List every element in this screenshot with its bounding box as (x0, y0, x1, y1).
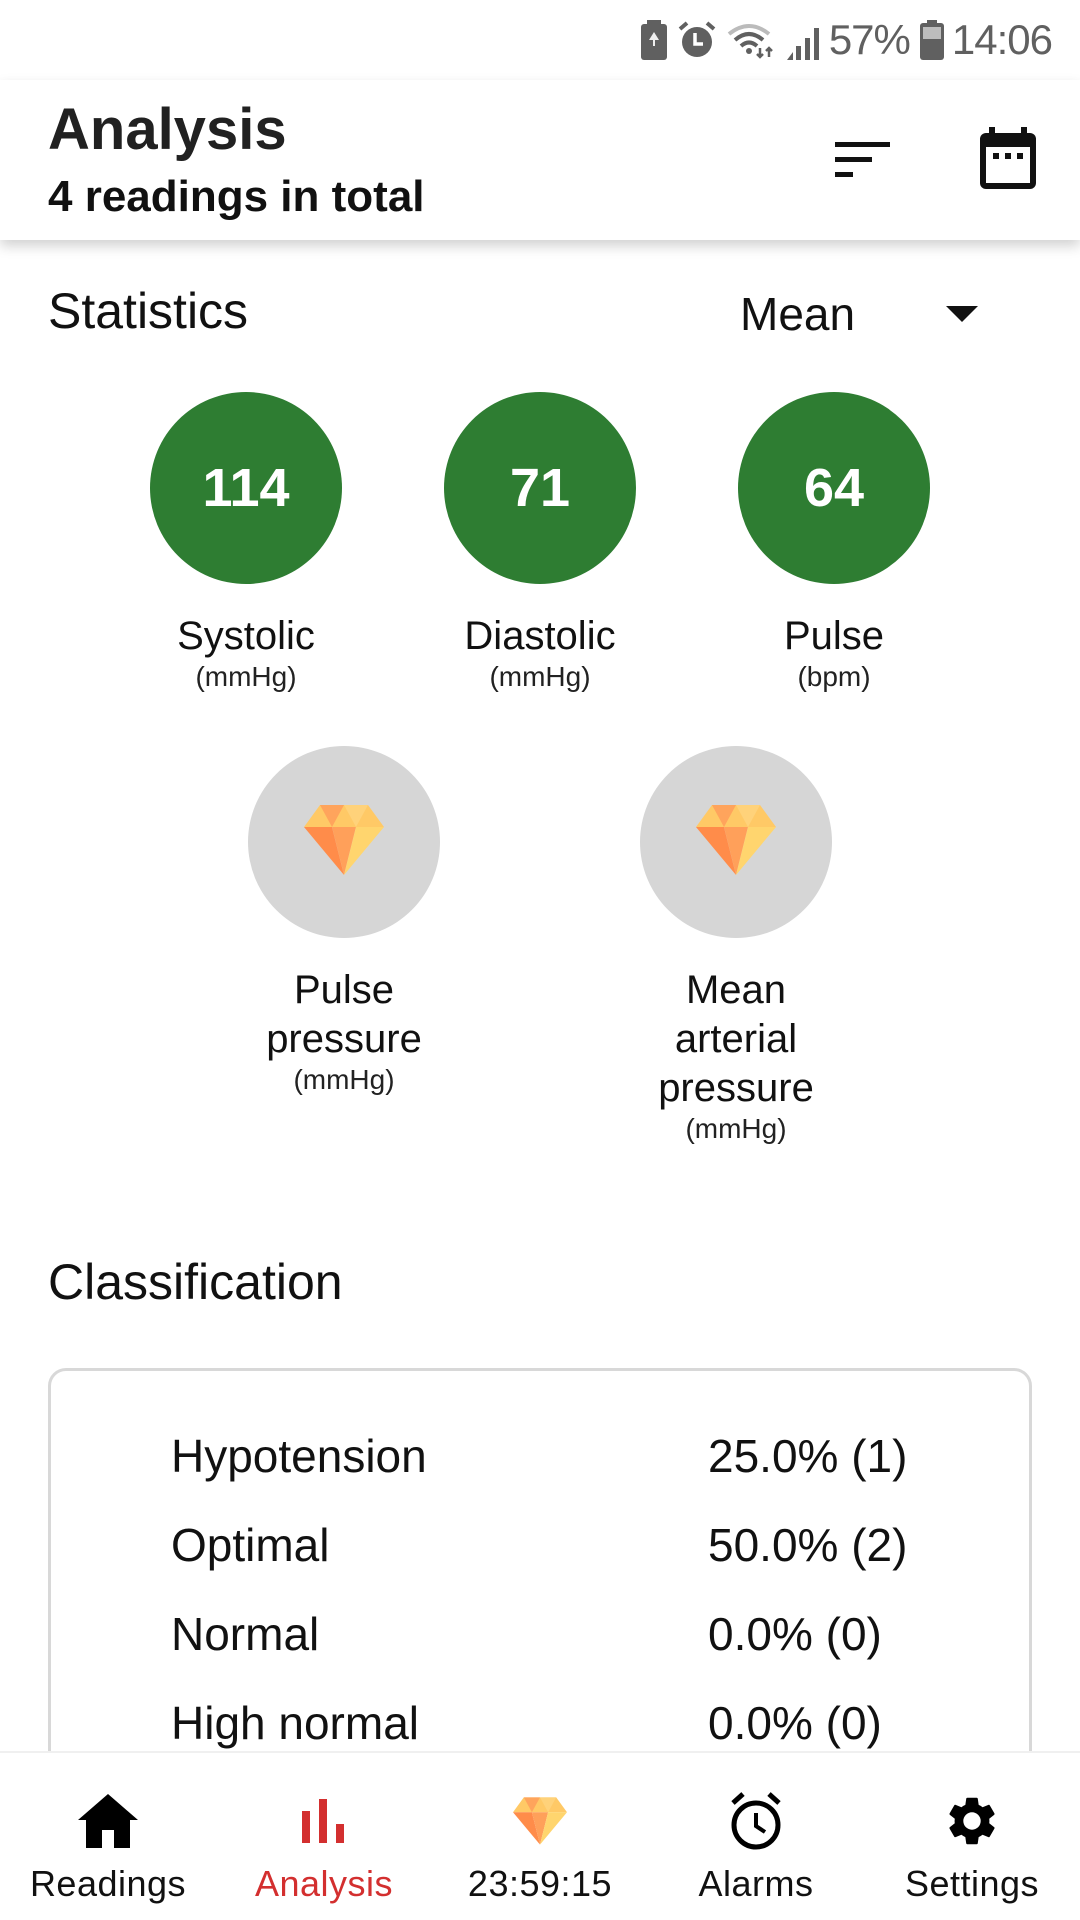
stat-value: 64 (803, 458, 865, 518)
home-icon (78, 1785, 138, 1857)
gear-icon (943, 1785, 1001, 1857)
battery-icon (919, 20, 944, 60)
wifi-icon (727, 20, 775, 60)
class-name: Optimal (171, 1519, 330, 1571)
stat-label: Systolic (177, 614, 315, 658)
premium-circle[interactable] (640, 746, 832, 938)
aggregate-dropdown[interactable]: Mean (740, 282, 1000, 346)
stat-systolic: 114 Systolic (mmHg) (96, 392, 396, 693)
stat-value: 114 (202, 458, 290, 518)
stat-mean-arterial-pressure[interactable]: Mean arterial pressure (mmHg) (586, 746, 886, 1145)
clock: 14:06 (951, 16, 1053, 63)
premium-circle[interactable] (248, 746, 440, 938)
stat-circle: 71 (444, 392, 636, 584)
stat-label: Diastolic (464, 614, 616, 658)
stat-label: Pulse pressure (266, 966, 422, 1064)
stat-pulse-pressure[interactable]: Pulse pressure (mmHg) (194, 746, 494, 1096)
class-name: Hypotension (171, 1430, 427, 1482)
nav-readings[interactable]: Readings (0, 1753, 216, 1920)
label-line: Pulse (293, 968, 395, 1012)
stat-label: Pulse (783, 614, 885, 658)
nav-alarms[interactable]: Alarms (648, 1753, 864, 1920)
nav-settings[interactable]: Settings (864, 1753, 1080, 1920)
class-value: 50.0% (2) (708, 1519, 908, 1571)
nav-label: 23:59:15 (467, 1863, 613, 1904)
signal-icon (785, 20, 821, 60)
diamond-icon (696, 804, 776, 880)
nav-label: Alarms (698, 1863, 814, 1904)
aggregate-selected: Mean (740, 288, 856, 340)
sort-button[interactable] (823, 120, 903, 200)
stat-unit: (mmHg) (195, 661, 297, 692)
classification-row: Normal 0.0% (0) (51, 1607, 1029, 1677)
calendar-icon (980, 126, 1036, 194)
stat-diastolic: 71 Diastolic (mmHg) (390, 392, 690, 693)
nav-premium-timer[interactable]: 23:59:15 (432, 1753, 648, 1920)
stat-value: 71 (509, 458, 571, 518)
class-value: 25.0% (1) (708, 1430, 908, 1482)
alarm-icon (677, 20, 717, 60)
stat-circle: 64 (738, 392, 930, 584)
classification-row: Optimal 50.0% (2) (51, 1518, 1029, 1588)
stat-unit: (mmHg) (489, 661, 591, 692)
label-line: arterial (674, 1017, 798, 1061)
bottom-nav: Readings Analysis 23:59:15 Alarms Settin… (0, 1751, 1080, 1920)
diamond-icon (304, 804, 384, 880)
stat-pulse: 64 Pulse (bpm) (684, 392, 984, 693)
diamond-icon (513, 1785, 567, 1857)
nav-analysis[interactable]: Analysis (216, 1753, 432, 1920)
class-value: 0.0% (0) (708, 1608, 882, 1660)
nav-label: Analysis (254, 1863, 394, 1904)
stat-unit: (bpm) (797, 661, 871, 692)
classification-title: Classification (48, 1254, 343, 1310)
alarm-clock-icon (729, 1785, 783, 1857)
class-name: High normal (171, 1697, 419, 1749)
stat-circle: 114 (150, 392, 342, 584)
label-line: pressure (266, 1017, 422, 1061)
dropdown-arrow-icon (946, 306, 978, 322)
statistics-title: Statistics (48, 283, 249, 339)
page-title: Analysis (48, 97, 287, 162)
class-name: Normal (171, 1608, 320, 1660)
nav-label: Settings (904, 1863, 1040, 1904)
label-line: pressure (658, 1066, 814, 1110)
status-bar: 57% 14:06 (0, 0, 1080, 80)
battery-saver-icon (640, 20, 667, 60)
classification-row: Hypotension 25.0% (1) (51, 1429, 1029, 1499)
classification-card: Hypotension 25.0% (1) Optimal 50.0% (2) … (48, 1368, 1032, 1788)
stat-unit: (mmHg) (685, 1113, 787, 1144)
label-line: Mean (685, 968, 787, 1012)
bar-chart-icon (302, 1785, 346, 1857)
calendar-button[interactable] (968, 120, 1048, 200)
stat-label: Mean arterial pressure (658, 966, 814, 1113)
app-header: Analysis 4 readings in total (0, 80, 1080, 240)
readings-count: 4 readings in total (48, 172, 425, 221)
stat-unit: (mmHg) (293, 1064, 395, 1095)
battery-percent: 57% (828, 16, 911, 63)
nav-label: Readings (29, 1863, 187, 1904)
class-value: 0.0% (0) (708, 1697, 882, 1749)
sort-icon (835, 138, 891, 183)
